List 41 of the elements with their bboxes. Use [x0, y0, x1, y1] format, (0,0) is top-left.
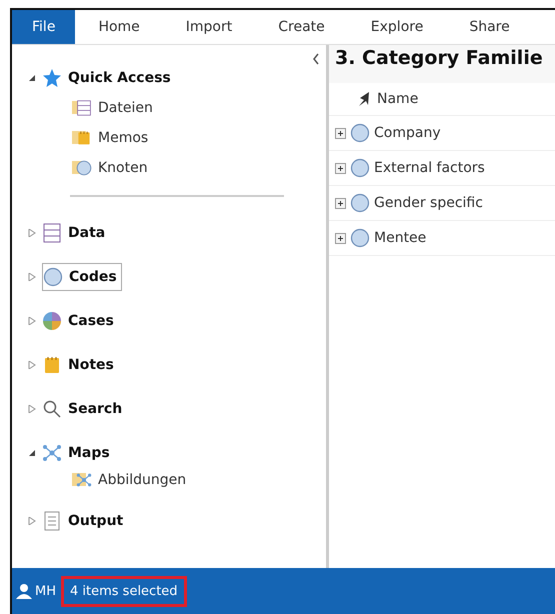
tree-item[interactable]: Abbildungen [98, 472, 186, 488]
tree-item[interactable]: Output [68, 513, 124, 529]
table-cell: Mentee [374, 230, 426, 246]
table-icon [42, 223, 62, 243]
tree-item[interactable]: Notes [68, 357, 114, 373]
circle-icon [350, 193, 370, 213]
star-icon [42, 68, 62, 88]
menu-tab[interactable]: File [12, 10, 76, 44]
tree-item[interactable]: Search [68, 401, 122, 417]
view-title: 3. Category Familie [334, 46, 544, 71]
expand-icon [335, 232, 346, 244]
selection-status: 4 items selected [64, 578, 184, 604]
user-icon [16, 583, 32, 599]
table-cell: Company [374, 125, 441, 141]
expand-icon [335, 162, 346, 174]
table-cell: Gender specific [374, 195, 483, 211]
tree-item[interactable]: Maps [68, 445, 110, 461]
collapse-icon[interactable] [312, 53, 320, 65]
circle-icon [350, 228, 370, 248]
search-icon [42, 399, 62, 419]
tree-item[interactable]: Codes [42, 263, 122, 291]
folder-table-icon [72, 98, 92, 118]
tree-item[interactable]: Data [68, 225, 106, 241]
tree-item[interactable]: Knoten [98, 160, 148, 176]
circle-icon [43, 267, 63, 287]
network-icon [42, 443, 62, 463]
column-header[interactable]: Name [377, 91, 418, 107]
notepad-icon [42, 355, 62, 375]
expand-icon [335, 198, 346, 208]
folder-circle-icon [72, 158, 92, 178]
pie-icon [42, 311, 62, 331]
tree-item[interactable]: Cases [68, 313, 114, 329]
expand-icon [335, 128, 346, 138]
table-cell: External factors [374, 160, 485, 176]
tree-item[interactable]: Dateien [98, 100, 153, 116]
circle-icon [350, 123, 370, 143]
user-initials: MH [35, 584, 56, 598]
circle-icon [350, 158, 370, 178]
tree-item[interactable]: Memos [98, 130, 148, 146]
document-icon [42, 511, 62, 531]
tree-item[interactable]: Quick Access [68, 70, 171, 86]
